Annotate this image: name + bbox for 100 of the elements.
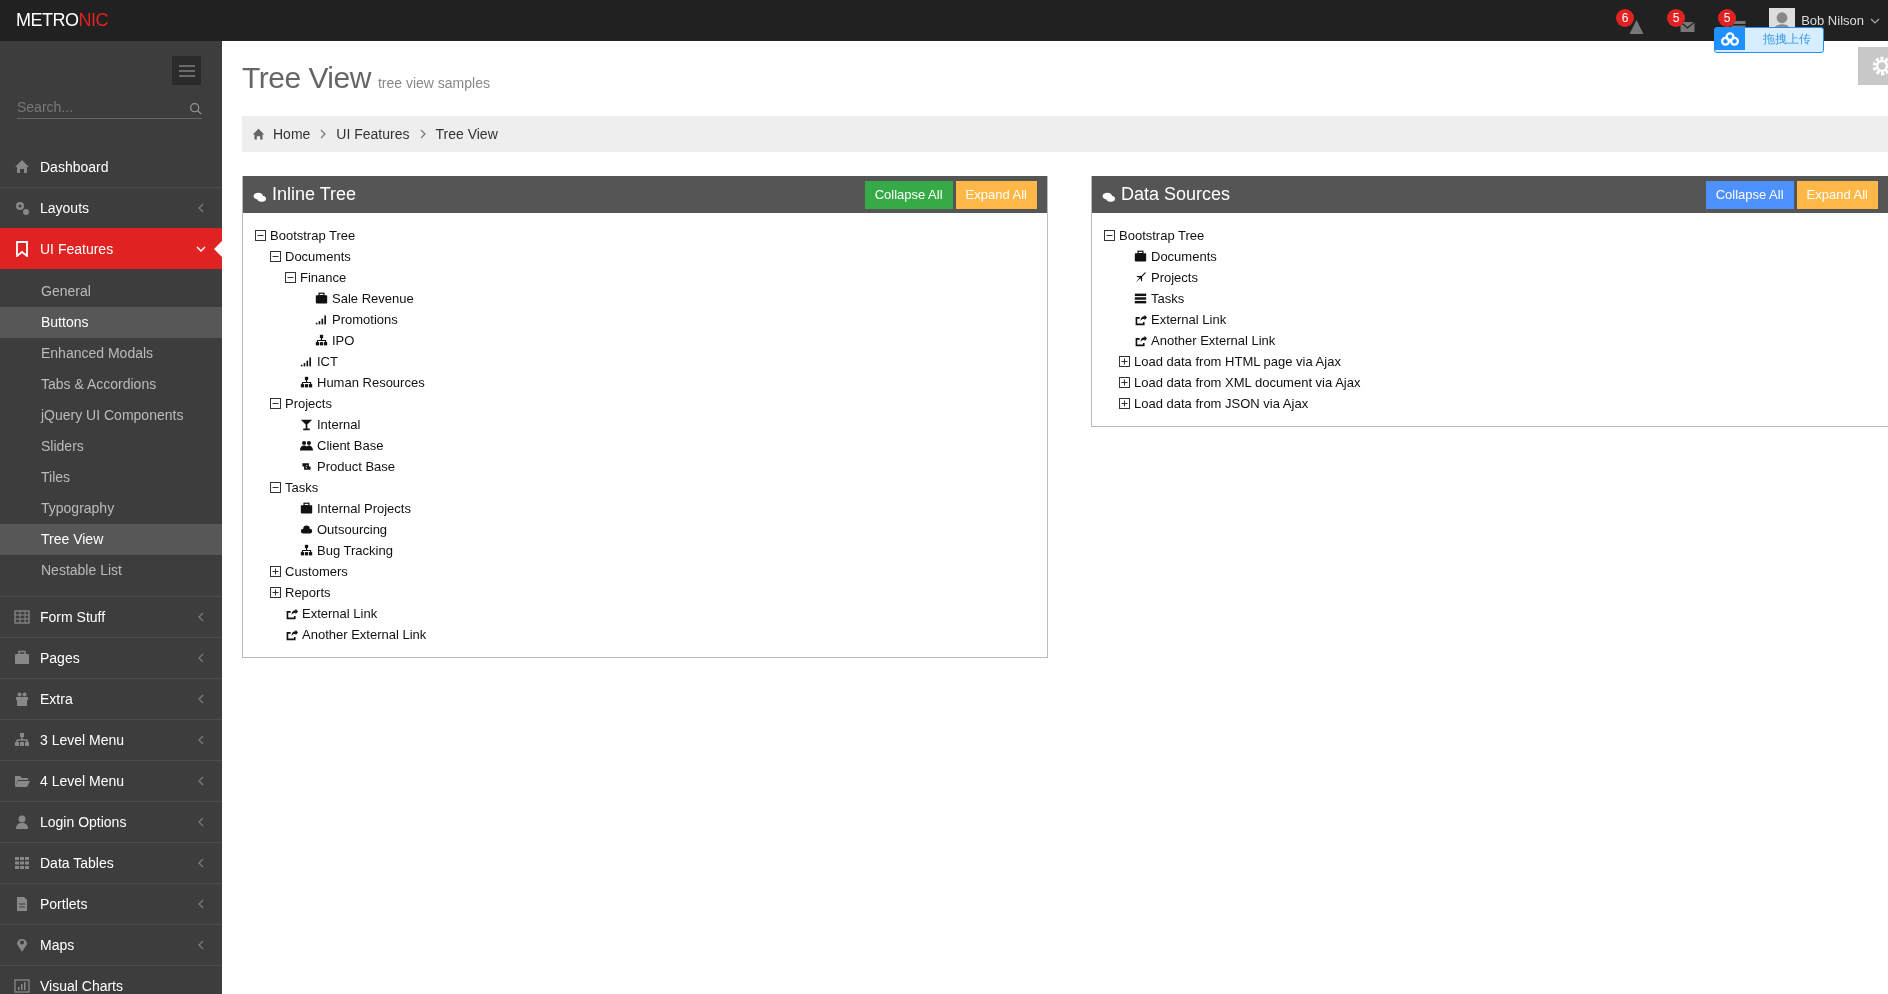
tree-node[interactable]: Promotions [332,312,398,327]
submenu-item[interactable]: General [0,276,222,307]
submenu-item[interactable]: jQuery UI Components [0,400,222,431]
tree-node[interactable]: Finance [300,270,347,285]
submenu-item[interactable]: Tabs & Accordions [0,369,222,400]
logo[interactable]: METRONIC [16,10,108,31]
warning-icon [1628,18,1646,35]
expand-icon[interactable] [1119,398,1130,409]
folder-icon [14,773,30,789]
tree-node[interactable]: Projects [1151,270,1198,285]
sidebar-item[interactable]: Dashboard [0,147,222,187]
notification-count: 5 [1667,8,1686,27]
table-icon [14,609,30,625]
sidebar-item[interactable]: Login Options [0,801,222,842]
sidebar-item[interactable]: UI Features [0,228,222,269]
bookmark-icon [14,241,30,257]
notification-button[interactable]: 6 [1616,8,1647,37]
tree-node[interactable]: Internal Projects [317,501,411,516]
chat-bubbles-icon [1102,190,1116,203]
hierarchy-icon [300,376,313,389]
gift-icon [14,691,30,707]
expand-icon[interactable] [1119,377,1130,388]
tree-node[interactable]: Bug Tracking [317,543,393,558]
tree-node[interactable]: Outsourcing [317,522,388,537]
sidebar-item[interactable]: Data Tables [0,842,222,883]
breadcrumb-link[interactable]: Home [273,126,311,142]
submenu-item[interactable]: Tree View [0,524,222,555]
chat-bubbles-icon [253,190,267,203]
tree-node[interactable]: Customers [285,564,348,579]
sidebar-item[interactable]: Visual Charts [0,965,222,994]
expand-icon[interactable] [1119,356,1130,367]
tree-node[interactable]: Load data from HTML page via Ajax [1134,354,1341,369]
hierarchy-icon [315,334,328,347]
tree-node[interactable]: Human Resources [317,375,425,390]
menu-button[interactable] [172,56,201,85]
bar-chart-icon [14,978,30,994]
notification-count: 5 [1718,8,1737,27]
collapse-icon[interactable] [270,482,281,493]
collapse-icon[interactable] [270,251,281,262]
tree-node[interactable]: Documents [1151,249,1217,264]
collapse-icon[interactable] [270,398,281,409]
search-field[interactable]: Search... [17,99,189,118]
page-subtitle: tree view samples [377,75,490,91]
tree-node[interactable]: Bootstrap Tree [1119,228,1205,243]
submenu-item[interactable]: Typography [0,493,222,524]
active-pointer [214,241,222,257]
sidebar-item[interactable]: Maps [0,924,222,965]
tree-node[interactable]: Bootstrap Tree [270,228,356,243]
submenu-item[interactable]: Enhanced Modals [0,338,222,369]
chevron-right-icon [320,129,327,139]
tree-node[interactable]: Load data from XML document via Ajax [1134,375,1361,390]
tree-node[interactable]: Documents [285,249,351,264]
caret-icon [1870,17,1880,24]
search-icon [189,102,202,115]
sidebar-item[interactable]: Pages [0,637,222,678]
collapse-icon[interactable] [255,230,266,241]
tree-node[interactable]: External Link [1151,312,1227,327]
cloud-icon [1715,28,1746,50]
tree-node[interactable]: External Link [302,606,378,621]
home-icon [14,159,30,175]
submenu-item[interactable]: Nestable List [0,555,222,586]
tree-node[interactable]: Projects [285,396,332,411]
notification-count: 6 [1616,8,1635,27]
submenu-item[interactable]: Tiles [0,462,222,493]
expand-icon[interactable] [270,566,281,577]
collapse-icon[interactable] [285,272,296,283]
breadcrumb-link[interactable]: Tree View [435,126,498,142]
tree-node[interactable]: Load data from JSON via Ajax [1134,396,1309,411]
hierarchy-icon [300,544,313,557]
tree-node[interactable]: Internal [317,417,361,432]
tree-node[interactable]: Client Base [317,438,384,453]
users-icon [300,439,313,452]
breadcrumb-link[interactable]: UI Features [336,126,410,142]
tree-node[interactable]: Product Base [317,459,396,474]
collapse-icon[interactable] [1104,230,1115,241]
tree-node[interactable]: Tasks [1151,291,1185,306]
submenu-item[interactable]: Buttons [0,307,222,338]
sidebar-item[interactable]: Form Stuff [0,596,222,637]
expand-icon[interactable] [270,587,281,598]
submenu-item[interactable]: Sliders [0,431,222,462]
tree-node[interactable]: IPO [332,333,355,348]
menu-icon [178,64,195,77]
page-title: Tree View [242,61,371,95]
briefcase-icon [1134,250,1147,263]
sidebar-item[interactable]: Extra [0,678,222,719]
share-icon [285,628,298,641]
hierarchy-icon [14,732,30,748]
sidebar-item[interactable]: 3 Level Menu [0,719,222,760]
tree-node[interactable]: Sale Revenue [332,291,414,306]
notification-button[interactable]: 5 [1667,8,1698,37]
tree-node[interactable]: Tasks [285,480,319,495]
sidebar-item[interactable]: 4 Level Menu [0,760,222,801]
sidebar-item[interactable]: Portlets [0,883,222,924]
tree-node[interactable]: ICT [317,354,338,369]
cloud-icon [300,523,313,536]
briefcase-icon [14,650,30,666]
tree-node[interactable]: Reports [285,585,331,600]
tree-node[interactable]: Another External Link [302,627,427,642]
plane-icon [1134,271,1147,284]
tree-node[interactable]: Another External Link [1151,333,1276,348]
